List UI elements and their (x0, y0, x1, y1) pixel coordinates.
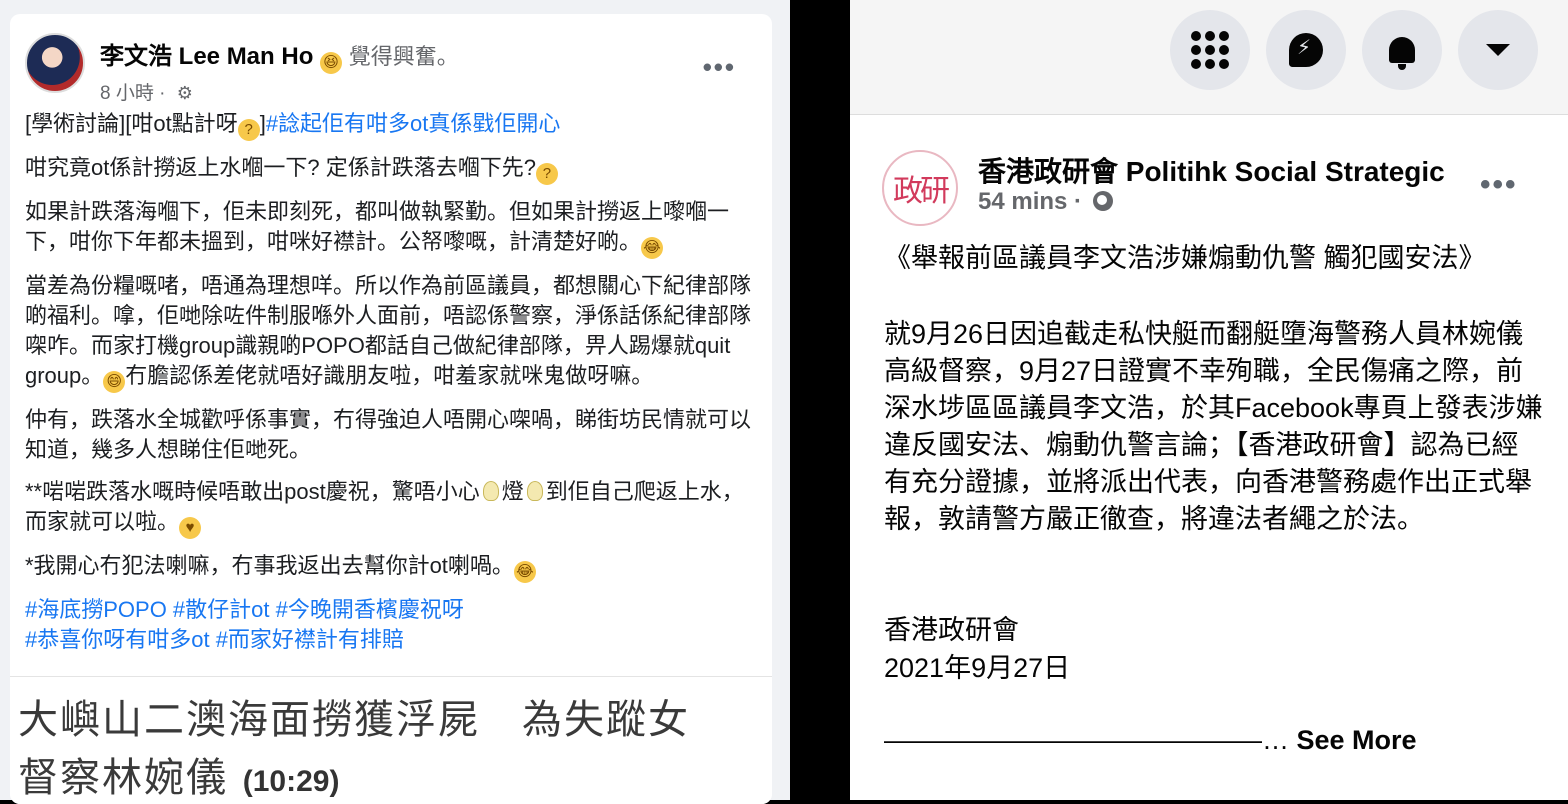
headline-time: (10:29) (242, 765, 340, 798)
post-paragraph: [學術討論][咁ot點計呀?]#諗起佢有咁多ot真係戥佢開心 (25, 109, 755, 141)
paragraph-text: 咁究竟ot係計撈返上水嗰一下? 定係計跌落去嗰下先? (25, 155, 536, 180)
post-date: 2021年9月27日 (884, 653, 1071, 683)
paragraph-text: 仲有，跌落水全城歡呼係事實，冇得強迫人唔開心㗎喎，睇街坊民情就可以知道，幾多人想… (25, 407, 752, 462)
post-paragraph: 當差為份糧嘅啫，唔通為理想咩。所以作為前區議員，都想關心下紀律部隊啲福利。嗱，佢… (25, 271, 755, 393)
gear-icon: ⚙ (176, 83, 193, 103)
lightbulb-icon (482, 481, 499, 501)
paragraph-text: 如果計跌落海嗰下，佢未即刻死，都叫做執緊勤。但如果計撈返上嚟嗰一下，咁你下年都未… (25, 199, 730, 254)
post-meta: 8 小時 · ⚙ (100, 78, 193, 105)
headline-line-2: 督察林婉儀 (10:29) (18, 745, 339, 803)
post-body: [學術討論][咁ot點計呀?]#諗起佢有咁多ot真係戥佢開心 咁究竟ot係計撈返… (25, 109, 755, 655)
hashtag-link[interactable]: #恭喜你呀有咁多ot #而家好襟計有排賠 (25, 627, 404, 652)
post-header: 李文浩 Lee Man Ho 😆 覺得興奮。 (100, 36, 459, 74)
post-time[interactable]: 8 小時 · (100, 83, 165, 104)
post-title: 《舉報前區議員李文浩涉嫌煽動仇警 觸犯國安法》 (884, 243, 1486, 273)
notifications-button[interactable] (1362, 10, 1442, 90)
laughing-emoji-icon: 😂 (641, 237, 664, 259)
hashtags: #海底撈POPO #散仔計ot #今晚開香檳慶祝呀 #恭喜你呀有咁多ot #而家… (25, 595, 755, 655)
lightbulb-icon (526, 481, 543, 501)
headline-line-1: 大嶼山二澳海面撈獲浮屍 為失蹤女 (18, 697, 690, 743)
post-paragraph: *我開心冇犯法喇嘛，冇事我返出去幫你計ot喇喎。 😂 (25, 551, 755, 583)
thinking-emoji-icon: ? (535, 163, 558, 185)
signature: 香港政研會 (884, 615, 1019, 645)
post-paragraph: 仲有，跌落水全城歡呼係事實，冇得強迫人唔開心㗎喎，睇街坊民情就可以知道，幾多人想… (25, 405, 755, 465)
thinking-emoji-icon: ? (237, 119, 260, 141)
messenger-icon (1289, 33, 1323, 67)
see-more-link[interactable]: See More (1297, 725, 1417, 755)
top-navigation (850, 0, 1568, 115)
post-card: 李文浩 Lee Man Ho 😆 覺得興奮。 8 小時 · ⚙ ••• [學術討… (10, 14, 772, 804)
bell-icon (1389, 37, 1415, 70)
right-screenshot: 政研 香港政研會 Politihk Social Strategic 54 mi… (850, 0, 1568, 800)
divider (790, 0, 850, 800)
post-paragraph: **啱啱跌落水嘅時候唔敢出post慶祝，驚唔小心燈到佢自己爬返上水，而家就可以啦… (25, 477, 755, 539)
post-time[interactable]: 54 mins · (978, 188, 1082, 215)
grid-menu-icon (1191, 31, 1229, 69)
topic-text: [學術討論][咁ot點計呀 (25, 111, 238, 136)
paragraph-text: **啱啱跌落水嘅時候唔敢出post慶祝，驚唔小心 (25, 479, 480, 504)
dash-line: ——————————————… (884, 725, 1289, 755)
menu-button[interactable] (1170, 10, 1250, 90)
page-logo[interactable]: 政研 (882, 150, 958, 226)
account-button[interactable] (1458, 10, 1538, 90)
hashtag-link[interactable]: #諗起佢有咁多ot真係戥佢開心 (266, 111, 561, 136)
more-options-icon[interactable]: ••• (703, 52, 736, 83)
post-paragraph: 就9月26日因追截走私快艇而翻艇墮海警務人員林婉儀高級督察，9月27日證實不幸殉… (884, 319, 1543, 534)
laughing-emoji-icon: 😂 (513, 561, 536, 583)
author-name[interactable]: 李文浩 Lee Man Ho (100, 43, 313, 70)
excited-emoji-icon: 😆 (320, 52, 343, 74)
post-paragraph: 如果計跌落海嗰下，佢未即刻死，都叫做執緊勤。但如果計撈返上嚟嗰一下，咁你下年都未… (25, 197, 755, 259)
smiling-hearts-emoji-icon: ♥ (179, 517, 202, 539)
page-name[interactable]: 香港政研會 Politihk Social Strategic (978, 150, 1445, 190)
truncation-line: ——————————————… See More (884, 722, 1544, 759)
caret-down-icon (1486, 44, 1510, 56)
globe-icon (1092, 191, 1113, 211)
paragraph-text: 燈 (501, 479, 524, 504)
paragraph-text: *我開心冇犯法喇嘛，冇事我返出去幫你計ot喇喎。 (25, 553, 514, 578)
grinning-emoji-icon: 😄 (103, 371, 126, 393)
messenger-button[interactable] (1266, 10, 1346, 90)
paragraph-text: 冇膽認係差佬就唔好識朋友啦，咁羞家就咪鬼做呀嘛。 (125, 363, 654, 388)
author-avatar[interactable] (25, 33, 85, 93)
feeling-text: 覺得興奮。 (348, 44, 459, 69)
post-paragraph: 咁究竟ot係計撈返上水嗰一下? 定係計跌落去嗰下先?? (25, 153, 755, 185)
post-meta: 54 mins · (978, 188, 1113, 216)
more-options-icon[interactable]: ••• (1480, 168, 1518, 202)
headline-text: 督察林婉儀 (18, 755, 228, 801)
hashtag-link[interactable]: #海底撈POPO #散仔計ot #今晚開香檳慶祝呀 (25, 597, 464, 622)
news-headline-image[interactable]: 大嶼山二澳海面撈獲浮屍 為失蹤女 督察林婉儀 (10:29) (10, 676, 772, 804)
left-screenshot: 李文浩 Lee Man Ho 😆 覺得興奮。 8 小時 · ⚙ ••• [學術討… (0, 0, 790, 804)
